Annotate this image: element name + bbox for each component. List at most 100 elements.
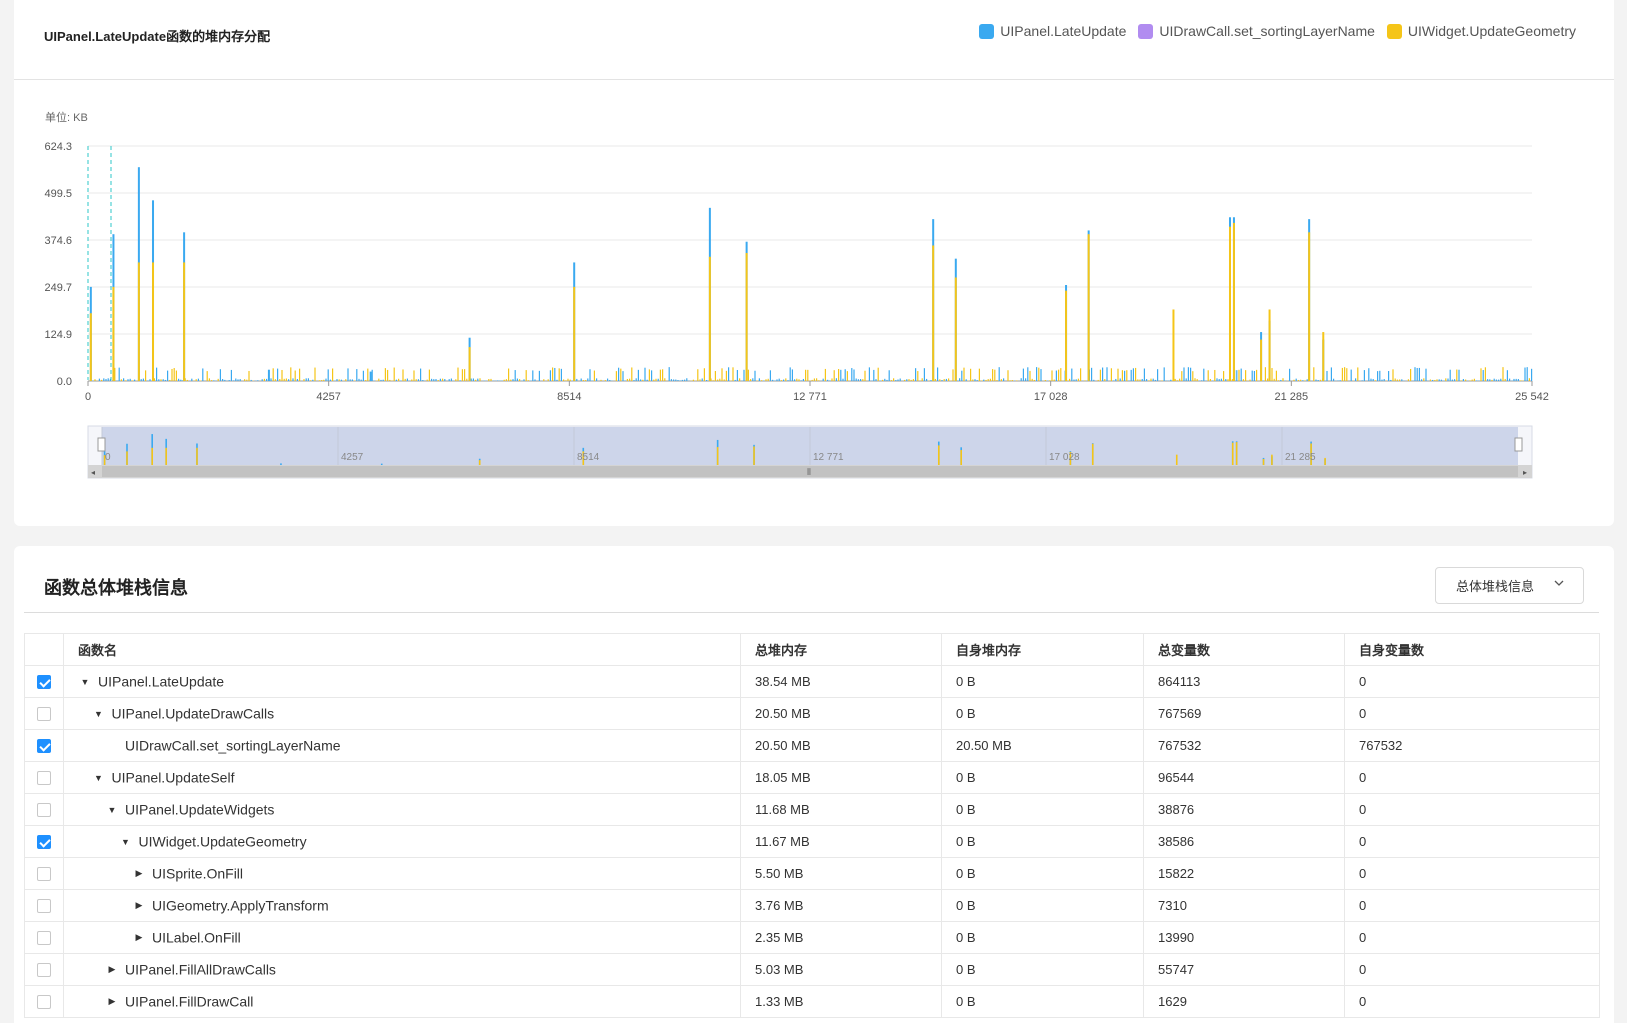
zoom-handle-right[interactable]	[1514, 437, 1523, 452]
series-bar[interactable]	[1232, 222, 1235, 381]
table-row[interactable]: ▶ UILabel.OnFill 2.35 MB 0 B 13990 0	[24, 921, 1600, 954]
noise-bar	[389, 379, 391, 381]
caret-right-icon[interactable]: ▶	[132, 900, 146, 911]
series-bar[interactable]	[89, 313, 92, 381]
row-checkbox[interactable]	[37, 867, 51, 882]
noise-bar	[1341, 367, 1343, 381]
self-vars-cell: 0	[1344, 953, 1600, 986]
row-checkbox[interactable]	[37, 707, 51, 722]
caret-down-icon[interactable]: ▼	[92, 773, 106, 783]
noise-bar	[415, 379, 417, 381]
caret-right-icon[interactable]: ▶	[132, 868, 146, 879]
scroll-right-icon[interactable]: ▸	[1523, 468, 1527, 477]
zoom-handle-left[interactable]	[97, 437, 106, 452]
caret-down-icon[interactable]: ▼	[92, 709, 106, 719]
noise-bar	[442, 378, 444, 381]
table-row[interactable]: ▼ UIPanel.LateUpdate 38.54 MB 0 B 864113 0	[24, 665, 1600, 698]
row-checkbox[interactable]	[37, 931, 51, 946]
series-bar[interactable]	[1268, 309, 1271, 381]
series-bar[interactable]	[183, 262, 186, 381]
series-bar[interactable]	[954, 277, 957, 381]
noise-bar	[1256, 369, 1258, 381]
table-row[interactable]: ▶ UISprite.OnFill 5.50 MB 0 B 15822 0	[24, 857, 1600, 890]
series-bar[interactable]	[745, 253, 748, 381]
table-row[interactable]: ▼ UIPanel.UpdateSelf 18.05 MB 0 B 96544 0	[24, 761, 1600, 794]
noise-bar	[593, 370, 595, 381]
noise-bar	[1465, 379, 1467, 381]
table-row[interactable]: UIDrawCall.set_sortingLayerName 20.50 MB 2…	[24, 729, 1600, 762]
caret-down-icon[interactable]: ▼	[78, 677, 92, 687]
noise-bar	[659, 369, 661, 381]
scroll-left-icon[interactable]: ◂	[91, 468, 95, 477]
table-row[interactable]: ▶ UIPanel.FillAllDrawCalls 5.03 MB 0 B 55747…	[24, 953, 1600, 986]
noise-bar	[1471, 379, 1473, 381]
caret-right-icon[interactable]: ▶	[105, 964, 119, 975]
series-bar[interactable]	[1260, 339, 1263, 381]
noise-bar	[103, 378, 105, 381]
row-checkbox[interactable]	[37, 835, 51, 850]
noise-bar	[563, 379, 565, 381]
series-bar[interactable]	[1322, 332, 1325, 381]
noise-bar	[1509, 378, 1511, 381]
column-header[interactable]: 自身变量数	[1344, 633, 1600, 666]
caret-down-icon[interactable]: ▼	[119, 837, 133, 847]
mini-bar	[1231, 442, 1234, 465]
noise-bar	[312, 379, 314, 381]
legend-item-sortinglayername[interactable]: UIDrawCall.set_sortingLayerName	[1138, 23, 1375, 39]
noise-bar	[1282, 378, 1284, 381]
series-bar[interactable]	[708, 256, 711, 381]
series-bar[interactable]	[468, 347, 471, 381]
caret-right-icon[interactable]: ▶	[132, 932, 146, 943]
series-bar[interactable]	[573, 286, 576, 381]
column-header[interactable]: 自身堆内存	[941, 633, 1144, 666]
series-bar[interactable]	[1172, 309, 1175, 381]
heap-allocation-chart[interactable]: 单位: KB 0.0 124.9 249.7 374.6 499.5 624.3 0 425…	[14, 80, 1614, 500]
legend-item-lateupdate[interactable]: UIPanel.LateUpdate	[979, 23, 1126, 39]
caret-right-icon[interactable]: ▶	[105, 996, 119, 1007]
row-checkbox[interactable]	[37, 803, 51, 818]
scroll-grip-icon[interactable]: ⦀	[807, 467, 811, 477]
series-bar[interactable]	[1087, 234, 1090, 381]
noise-bar	[516, 378, 518, 381]
table-row[interactable]: ▶ UIGeometry.ApplyTransform 3.76 MB 0 B 7310…	[24, 889, 1600, 922]
series-bar[interactable]	[112, 286, 115, 381]
series-bar[interactable]	[369, 371, 372, 381]
chart-bars[interactable]	[89, 167, 1533, 381]
zoom-slider[interactable]: 0 4257 8514 12 771 17 028 21 285 ◂ ▸ ⦀	[87, 425, 1533, 479]
noise-bar	[1187, 367, 1189, 381]
column-header[interactable]: 总变量数	[1143, 633, 1345, 666]
series-bar[interactable]	[1228, 226, 1231, 381]
row-checkbox[interactable]	[37, 995, 51, 1010]
legend-item-updategeometry[interactable]: UIWidget.UpdateGeometry	[1386, 23, 1576, 39]
noise-bar	[1020, 378, 1022, 381]
series-bar[interactable]	[152, 262, 155, 381]
row-checkbox[interactable]	[37, 771, 51, 786]
table-row[interactable]: ▼ UIWidget.UpdateGeometry 11.67 MB 0 B 38586…	[24, 825, 1600, 858]
self-heap-cell: 0 B	[941, 921, 1144, 954]
stack-view-dropdown[interactable]: 总体堆栈信息	[1435, 567, 1584, 604]
row-checkbox[interactable]	[37, 739, 51, 754]
series-bar[interactable]	[267, 369, 270, 381]
caret-down-icon[interactable]: ▼	[105, 805, 119, 815]
noise-bar	[622, 371, 624, 381]
table-row[interactable]: ▶ UIPanel.FillDrawCall 1.33 MB 0 B 1629 0	[24, 985, 1600, 1018]
noise-bar	[780, 380, 782, 381]
row-checkbox[interactable]	[37, 899, 51, 914]
series-bar[interactable]	[1308, 232, 1311, 381]
column-header[interactable]: 函数名	[63, 633, 741, 666]
series-bar[interactable]	[932, 245, 935, 381]
noise-bar	[653, 379, 655, 381]
noise-bar	[657, 378, 659, 381]
column-header[interactable]: 总堆内存	[740, 633, 942, 666]
table-row[interactable]: ▼ UIPanel.UpdateWidgets 11.68 MB 0 B 38876 0	[24, 793, 1600, 826]
series-bar[interactable]	[1065, 290, 1068, 381]
noise-bar	[1143, 368, 1145, 381]
row-checkbox[interactable]	[37, 675, 51, 690]
series-bar[interactable]	[137, 262, 140, 381]
row-checkbox[interactable]	[37, 963, 51, 978]
function-name: UIPanel.FillDrawCall	[125, 993, 254, 1010]
mini-bar	[716, 447, 719, 465]
noise-bar	[145, 370, 147, 381]
table-row[interactable]: ▼ UIPanel.UpdateDrawCalls 20.50 MB 0 B 76756…	[24, 697, 1600, 730]
mini-bar	[126, 451, 128, 465]
